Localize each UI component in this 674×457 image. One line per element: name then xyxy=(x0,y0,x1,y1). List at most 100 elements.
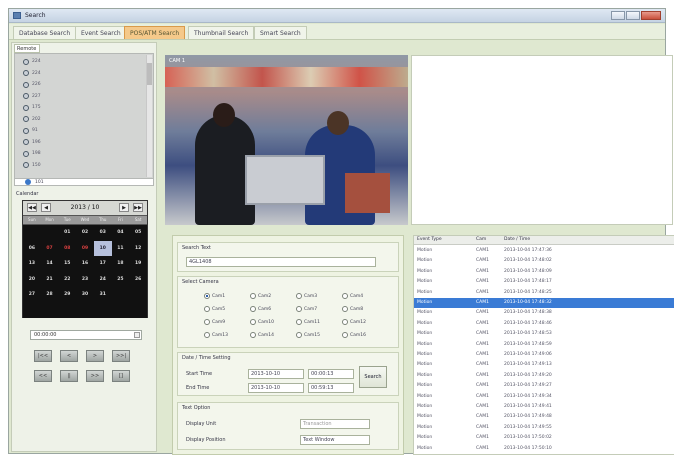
scrollbar-thumb[interactable] xyxy=(147,63,152,85)
camera-radio[interactable]: Cam15 xyxy=(296,332,320,338)
table-row[interactable]: Motion CAM1 2013-10-04 17:49:13 xyxy=(414,360,674,370)
tab-event-search[interactable]: Event Search xyxy=(75,26,127,39)
camera-radio[interactable]: Cam7 xyxy=(296,306,317,312)
tab-thumbnail-search[interactable]: Thumbnail Search xyxy=(188,26,255,39)
calendar-day[interactable]: 01 xyxy=(58,225,76,241)
device-item[interactable]: 227 xyxy=(23,92,41,101)
selected-device[interactable]: 101 xyxy=(14,178,154,186)
table-row[interactable]: Motion CAM1 2013-10-04 17:49:20 xyxy=(414,371,674,381)
calendar-day[interactable]: 22 xyxy=(58,272,76,288)
calendar-day[interactable]: 25 xyxy=(112,272,130,288)
calendar-day[interactable]: 19 xyxy=(129,256,147,272)
event-results-list[interactable]: Event Type Cam Date / Time Motion CAM1 201… xyxy=(413,235,674,455)
video-display[interactable]: CAM 1 xyxy=(165,55,408,225)
table-row[interactable]: Motion CAM1 2013-10-04 17:48:59 xyxy=(414,340,674,350)
playback-button[interactable]: > xyxy=(86,350,104,362)
calendar-day[interactable]: 21 xyxy=(41,272,59,288)
device-item[interactable]: 150 xyxy=(23,161,41,170)
table-row[interactable]: Motion CAM1 2013-10-04 17:47:36 xyxy=(414,246,674,256)
prev-month-button[interactable]: ◀ xyxy=(41,203,51,212)
calendar-day[interactable]: 04 xyxy=(112,225,130,241)
calendar-day[interactable]: 23 xyxy=(76,272,94,288)
calendar-day[interactable]: 28 xyxy=(41,287,59,303)
calendar-day[interactable]: 30 xyxy=(76,287,94,303)
calendar-day[interactable]: 27 xyxy=(23,287,41,303)
camera-radio[interactable]: Cam12 xyxy=(342,319,366,325)
camera-radio[interactable]: Cam10 xyxy=(250,319,274,325)
table-row[interactable]: Motion CAM1 2013-10-04 17:48:32 xyxy=(414,298,674,308)
table-row[interactable]: Motion CAM1 2013-10-04 17:49:48 xyxy=(414,412,674,422)
calendar-day[interactable]: 20 xyxy=(23,272,41,288)
time-spinner[interactable] xyxy=(134,332,140,338)
camera-radio[interactable]: Cam3 xyxy=(296,293,317,299)
camera-radio[interactable]: Cam5 xyxy=(204,306,225,312)
next-year-button[interactable]: ▶▶ xyxy=(133,203,143,212)
playback-button[interactable]: << xyxy=(34,370,52,382)
camera-radio[interactable]: Cam6 xyxy=(250,306,271,312)
tab-pos-atm-search[interactable]: POS/ATM Search xyxy=(124,26,186,39)
device-item[interactable]: 196 xyxy=(23,138,41,147)
playback-button[interactable]: >> xyxy=(86,370,104,382)
column-date-time[interactable]: Date / Time xyxy=(504,237,530,242)
camera-radio[interactable]: Cam11 xyxy=(296,319,320,325)
end-date-picker[interactable]: 2013-10-10 xyxy=(248,383,304,393)
camera-radio[interactable]: Cam2 xyxy=(250,293,271,299)
table-row[interactable]: Motion CAM1 2013-10-04 17:48:25 xyxy=(414,288,674,298)
tab-remote[interactable]: Remote xyxy=(14,44,40,53)
tab-database-search[interactable]: Database Search xyxy=(13,26,77,39)
device-item[interactable]: 198 xyxy=(23,149,41,158)
next-month-button[interactable]: ▶ xyxy=(119,203,129,212)
calendar-day[interactable]: 02 xyxy=(76,225,94,241)
calendar-day[interactable]: 03 xyxy=(94,225,112,241)
table-row[interactable]: Motion CAM1 2013-10-04 17:50:10 xyxy=(414,444,674,454)
start-time-picker[interactable]: 00:00:13 xyxy=(308,369,354,379)
start-date-picker[interactable]: 2013-10-10 xyxy=(248,369,304,379)
calendar-day[interactable]: 18 xyxy=(112,256,130,272)
calendar-day[interactable]: 06 xyxy=(23,241,41,257)
calendar-day[interactable]: 09 xyxy=(76,241,94,257)
calendar-day[interactable]: 14 xyxy=(41,256,59,272)
table-row[interactable]: Motion CAM1 2013-10-04 17:48:02 xyxy=(414,256,674,266)
table-row[interactable]: Motion CAM1 2013-10-04 17:49:34 xyxy=(414,392,674,402)
end-time-picker[interactable]: 00:59:13 xyxy=(308,383,354,393)
calendar-day[interactable]: 31 xyxy=(94,287,112,303)
calendar-day[interactable]: 10 xyxy=(93,240,112,256)
device-item[interactable]: 224 xyxy=(23,57,41,66)
device-list[interactable]: 224 224 226 227 175 202 91 196 198 150 xyxy=(14,53,154,179)
maximize-button[interactable] xyxy=(626,11,640,20)
device-item[interactable]: 226 xyxy=(23,80,41,89)
minimize-button[interactable] xyxy=(611,11,625,20)
calendar-day[interactable]: 11 xyxy=(112,241,130,257)
device-item[interactable]: 91 xyxy=(23,126,38,135)
display-position-select[interactable]: Text Window xyxy=(300,435,370,445)
playback-button[interactable]: [] xyxy=(112,370,130,382)
table-row[interactable]: Motion CAM1 2013-10-04 17:49:55 xyxy=(414,423,674,433)
calendar-day[interactable]: 15 xyxy=(58,256,76,272)
column-cam[interactable]: Cam xyxy=(476,237,486,242)
device-list-scrollbar[interactable] xyxy=(146,55,152,177)
camera-radio[interactable]: Cam4 xyxy=(342,293,363,299)
close-button[interactable] xyxy=(641,11,661,20)
calendar-day[interactable]: 13 xyxy=(23,256,41,272)
camera-radio[interactable]: Cam9 xyxy=(204,319,225,325)
calendar-day[interactable]: 05 xyxy=(129,225,147,241)
search-text-input[interactable]: 4GL1408 xyxy=(186,257,376,267)
time-input[interactable]: 00:00:00 xyxy=(30,330,142,340)
calendar-day[interactable]: 08 xyxy=(58,241,76,257)
camera-radio[interactable]: Cam14 xyxy=(250,332,274,338)
table-row[interactable]: Motion CAM1 2013-10-04 17:50:02 xyxy=(414,433,674,443)
calendar-day[interactable]: 24 xyxy=(94,272,112,288)
table-row[interactable]: Motion CAM1 2013-10-04 17:48:09 xyxy=(414,267,674,277)
playback-button[interactable]: || xyxy=(60,370,78,382)
prev-year-button[interactable]: ◀◀ xyxy=(27,203,37,212)
playback-button[interactable]: >>| xyxy=(112,350,130,362)
table-row[interactable]: Motion CAM1 2013-10-04 17:48:46 xyxy=(414,319,674,329)
camera-radio[interactable]: Cam13 xyxy=(204,332,228,338)
calendar-day[interactable]: 12 xyxy=(129,241,147,257)
display-unit-select[interactable]: Transaction xyxy=(300,419,370,429)
table-row[interactable]: Motion CAM1 2013-10-04 17:49:06 xyxy=(414,350,674,360)
table-row[interactable]: Motion CAM1 2013-10-04 17:49:27 xyxy=(414,381,674,391)
calendar-day[interactable]: 07 xyxy=(41,241,59,257)
column-event-type[interactable]: Event Type xyxy=(417,237,442,242)
camera-radio[interactable]: Cam8 xyxy=(342,306,363,312)
